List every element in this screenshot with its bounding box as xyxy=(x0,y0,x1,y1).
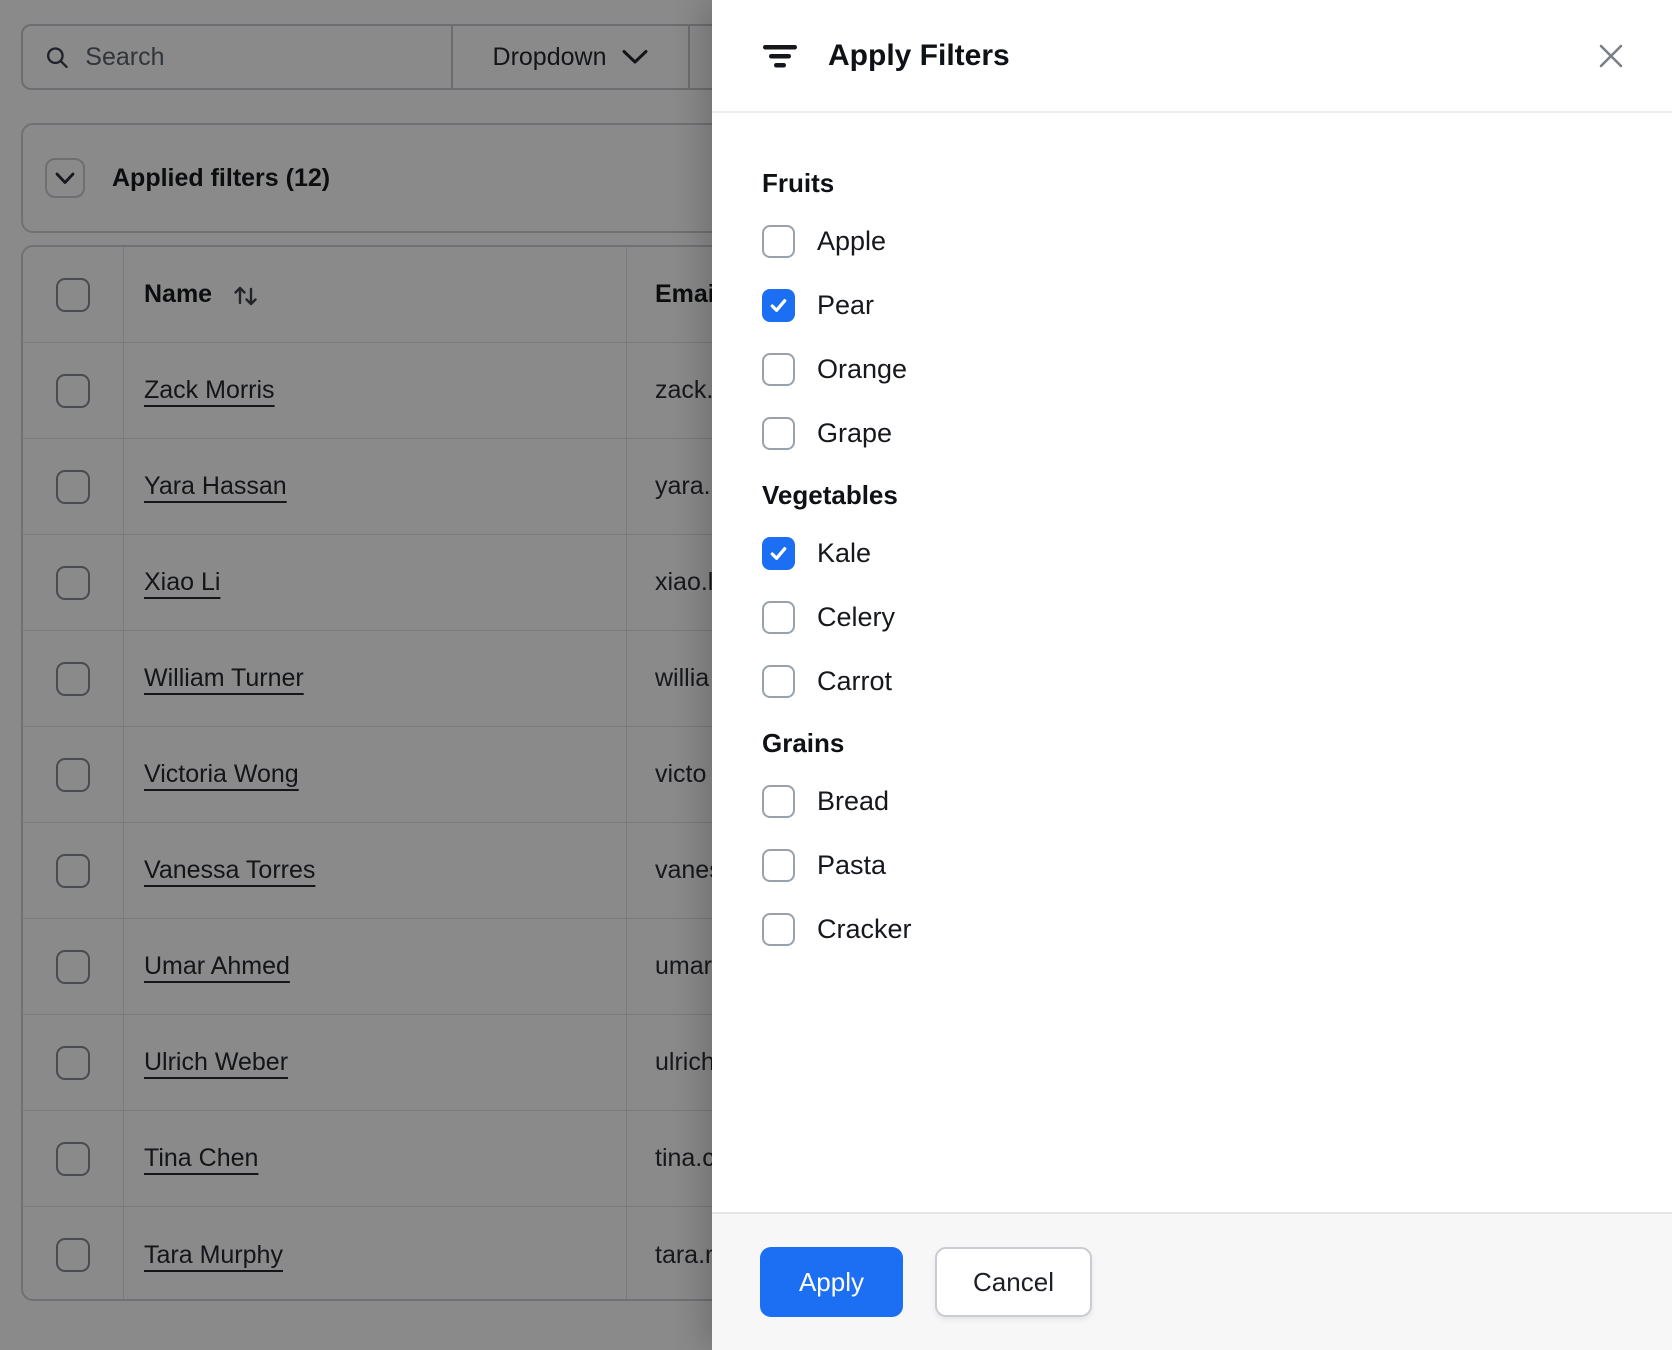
filter-option[interactable]: Cracker xyxy=(762,912,1622,946)
filter-option-label: Apple xyxy=(817,225,887,256)
filter-option[interactable]: Carrot xyxy=(762,664,1622,698)
checkbox[interactable] xyxy=(762,416,795,450)
filter-option-label: Cracker xyxy=(817,913,912,944)
drawer-header: Apply Filters xyxy=(712,0,1672,113)
filter-option-label: Celery xyxy=(817,601,896,632)
filter-section: Vegetables Kale Celery Carrot xyxy=(762,480,1622,698)
checkbox[interactable] xyxy=(762,536,795,570)
filter-option-label: Grape xyxy=(817,417,893,448)
filter-option[interactable]: Pasta xyxy=(762,848,1622,882)
filter-option-label: Carrot xyxy=(817,665,893,696)
drawer-body: Fruits Apple Pear Orange Grape Vegetable… xyxy=(712,113,1672,1212)
filter-option-label: Bread xyxy=(817,785,890,816)
filter-section-heading: Grains xyxy=(762,728,845,758)
filter-option[interactable]: Apple xyxy=(762,224,1622,258)
filter-section: Fruits Apple Pear Orange Grape xyxy=(762,168,1622,450)
filter-icon xyxy=(763,44,797,67)
drawer-footer: Apply Cancel xyxy=(712,1212,1672,1350)
filter-option-label: Orange xyxy=(817,353,908,384)
checkbox[interactable] xyxy=(762,600,795,634)
filter-section: Grains Bread Pasta Cracker xyxy=(762,728,1622,946)
filter-option-label: Pear xyxy=(817,289,875,320)
close-button[interactable] xyxy=(1596,41,1626,71)
filter-drawer: Apply Filters Fruits Apple Pear Orange G… xyxy=(712,0,1672,1350)
filter-option[interactable]: Orange xyxy=(762,352,1622,386)
filter-section-heading: Vegetables xyxy=(762,480,898,510)
check-icon xyxy=(770,298,787,312)
check-icon xyxy=(770,546,787,560)
filter-option[interactable]: Kale xyxy=(762,536,1622,570)
filter-option[interactable]: Bread xyxy=(762,784,1622,818)
apply-button[interactable]: Apply xyxy=(760,1247,903,1317)
checkbox[interactable] xyxy=(762,912,795,946)
filter-section-heading: Fruits xyxy=(762,168,835,198)
checkbox[interactable] xyxy=(762,848,795,882)
drawer-title: Apply Filters xyxy=(828,38,1010,72)
cancel-button[interactable]: Cancel xyxy=(935,1247,1092,1317)
close-icon xyxy=(1599,44,1623,67)
filter-option[interactable]: Pear xyxy=(762,288,1622,322)
filter-option-label: Kale xyxy=(817,537,872,568)
checkbox[interactable] xyxy=(762,352,795,386)
checkbox[interactable] xyxy=(762,224,795,258)
checkbox[interactable] xyxy=(762,664,795,698)
checkbox[interactable] xyxy=(762,288,795,322)
filter-option[interactable]: Celery xyxy=(762,600,1622,634)
filter-option[interactable]: Grape xyxy=(762,416,1622,450)
checkbox[interactable] xyxy=(762,784,795,818)
filter-option-label: Pasta xyxy=(817,849,887,880)
